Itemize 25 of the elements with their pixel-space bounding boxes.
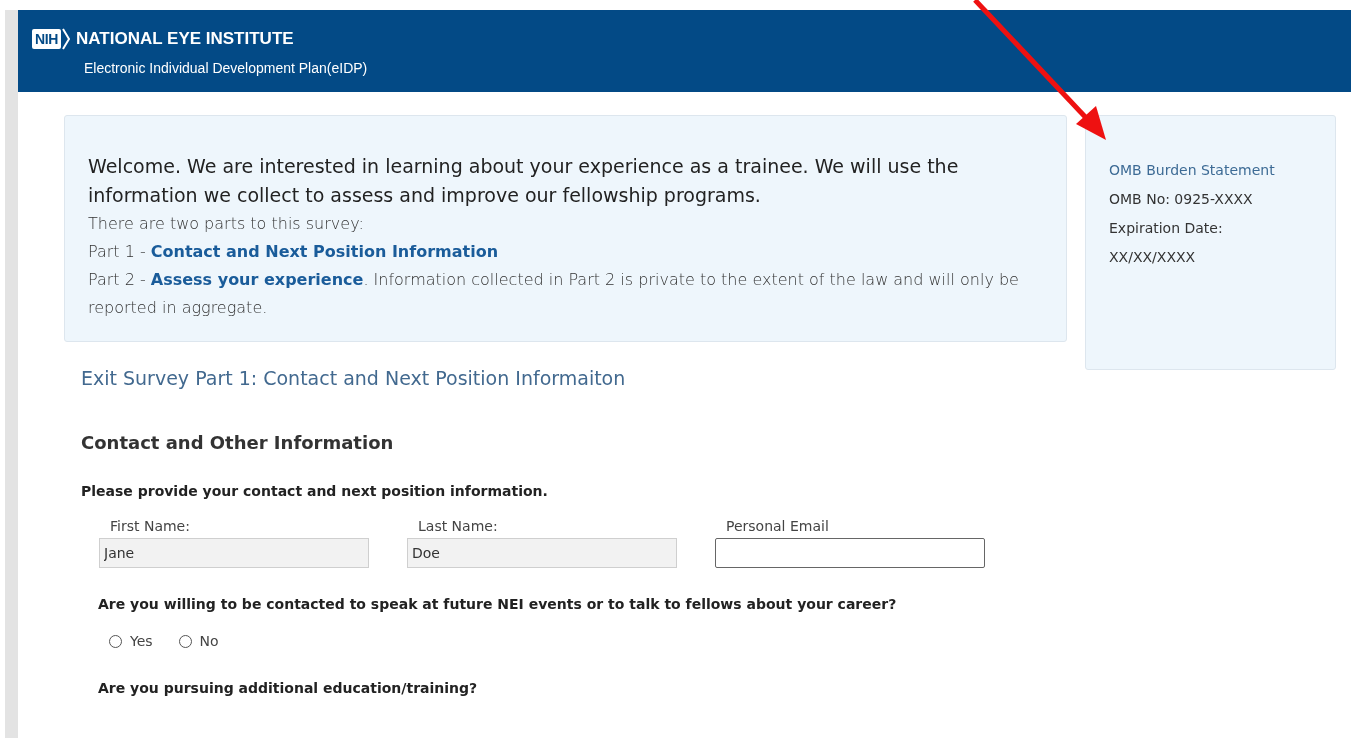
text-field[interactable]: Doe <box>407 537 677 568</box>
omb-text: XX/XX/XXXX <box>1109 248 1197 267</box>
text-field[interactable]: Jane <box>99 537 369 568</box>
nih-logo: NIH <box>32 28 62 49</box>
radio-option[interactable]: Yes <box>109 630 153 652</box>
site-subtitle: Electronic Individual Development Plan(eIDP) <box>84 58 369 78</box>
omb-link[interactable]: OMB Burden Statement <box>1109 156 1335 185</box>
field-label: Last Name: <box>418 516 499 536</box>
intro-text: There are two parts to this survey: <box>88 213 365 235</box>
omb-text: OMB No: 0925-XXXX <box>1109 190 1254 209</box>
radio-option[interactable]: No <box>178 630 219 652</box>
question-text: Are you pursuing additional education/training? <box>98 678 479 698</box>
survey-title: Exit Survey Part 1: Contact and Next Position Informaiton <box>81 366 627 391</box>
intro-text: Part 2 - Assess your experience. Information collected in Part 2 is private to the extent of the law and will only be reported in aggregate. <box>88 269 1020 319</box>
field-label: First Name: <box>110 516 191 536</box>
field-label: Personal Email <box>726 516 830 536</box>
instruction-text: Please provide your contact and next position information. <box>81 481 549 501</box>
welcome-text: Welcome. We are interested in learning about your experience as a trainee. We will use the information we collect to assess and improve our fellowship programs. <box>88 154 960 208</box>
section-heading: Contact and Other Information <box>81 430 395 455</box>
site-title: NATIONAL EYE INSTITUTE <box>76 28 294 50</box>
text-field[interactable] <box>715 537 985 568</box>
chevron-icon <box>62 27 71 50</box>
intro-text: Part 1 - Contact and Next Position Information <box>88 241 500 263</box>
question-text: Are you willing to be contacted to speak at future NEI events or to talk to fellows about your career? <box>98 594 898 614</box>
omb-text: Expiration Date: <box>1109 219 1224 238</box>
